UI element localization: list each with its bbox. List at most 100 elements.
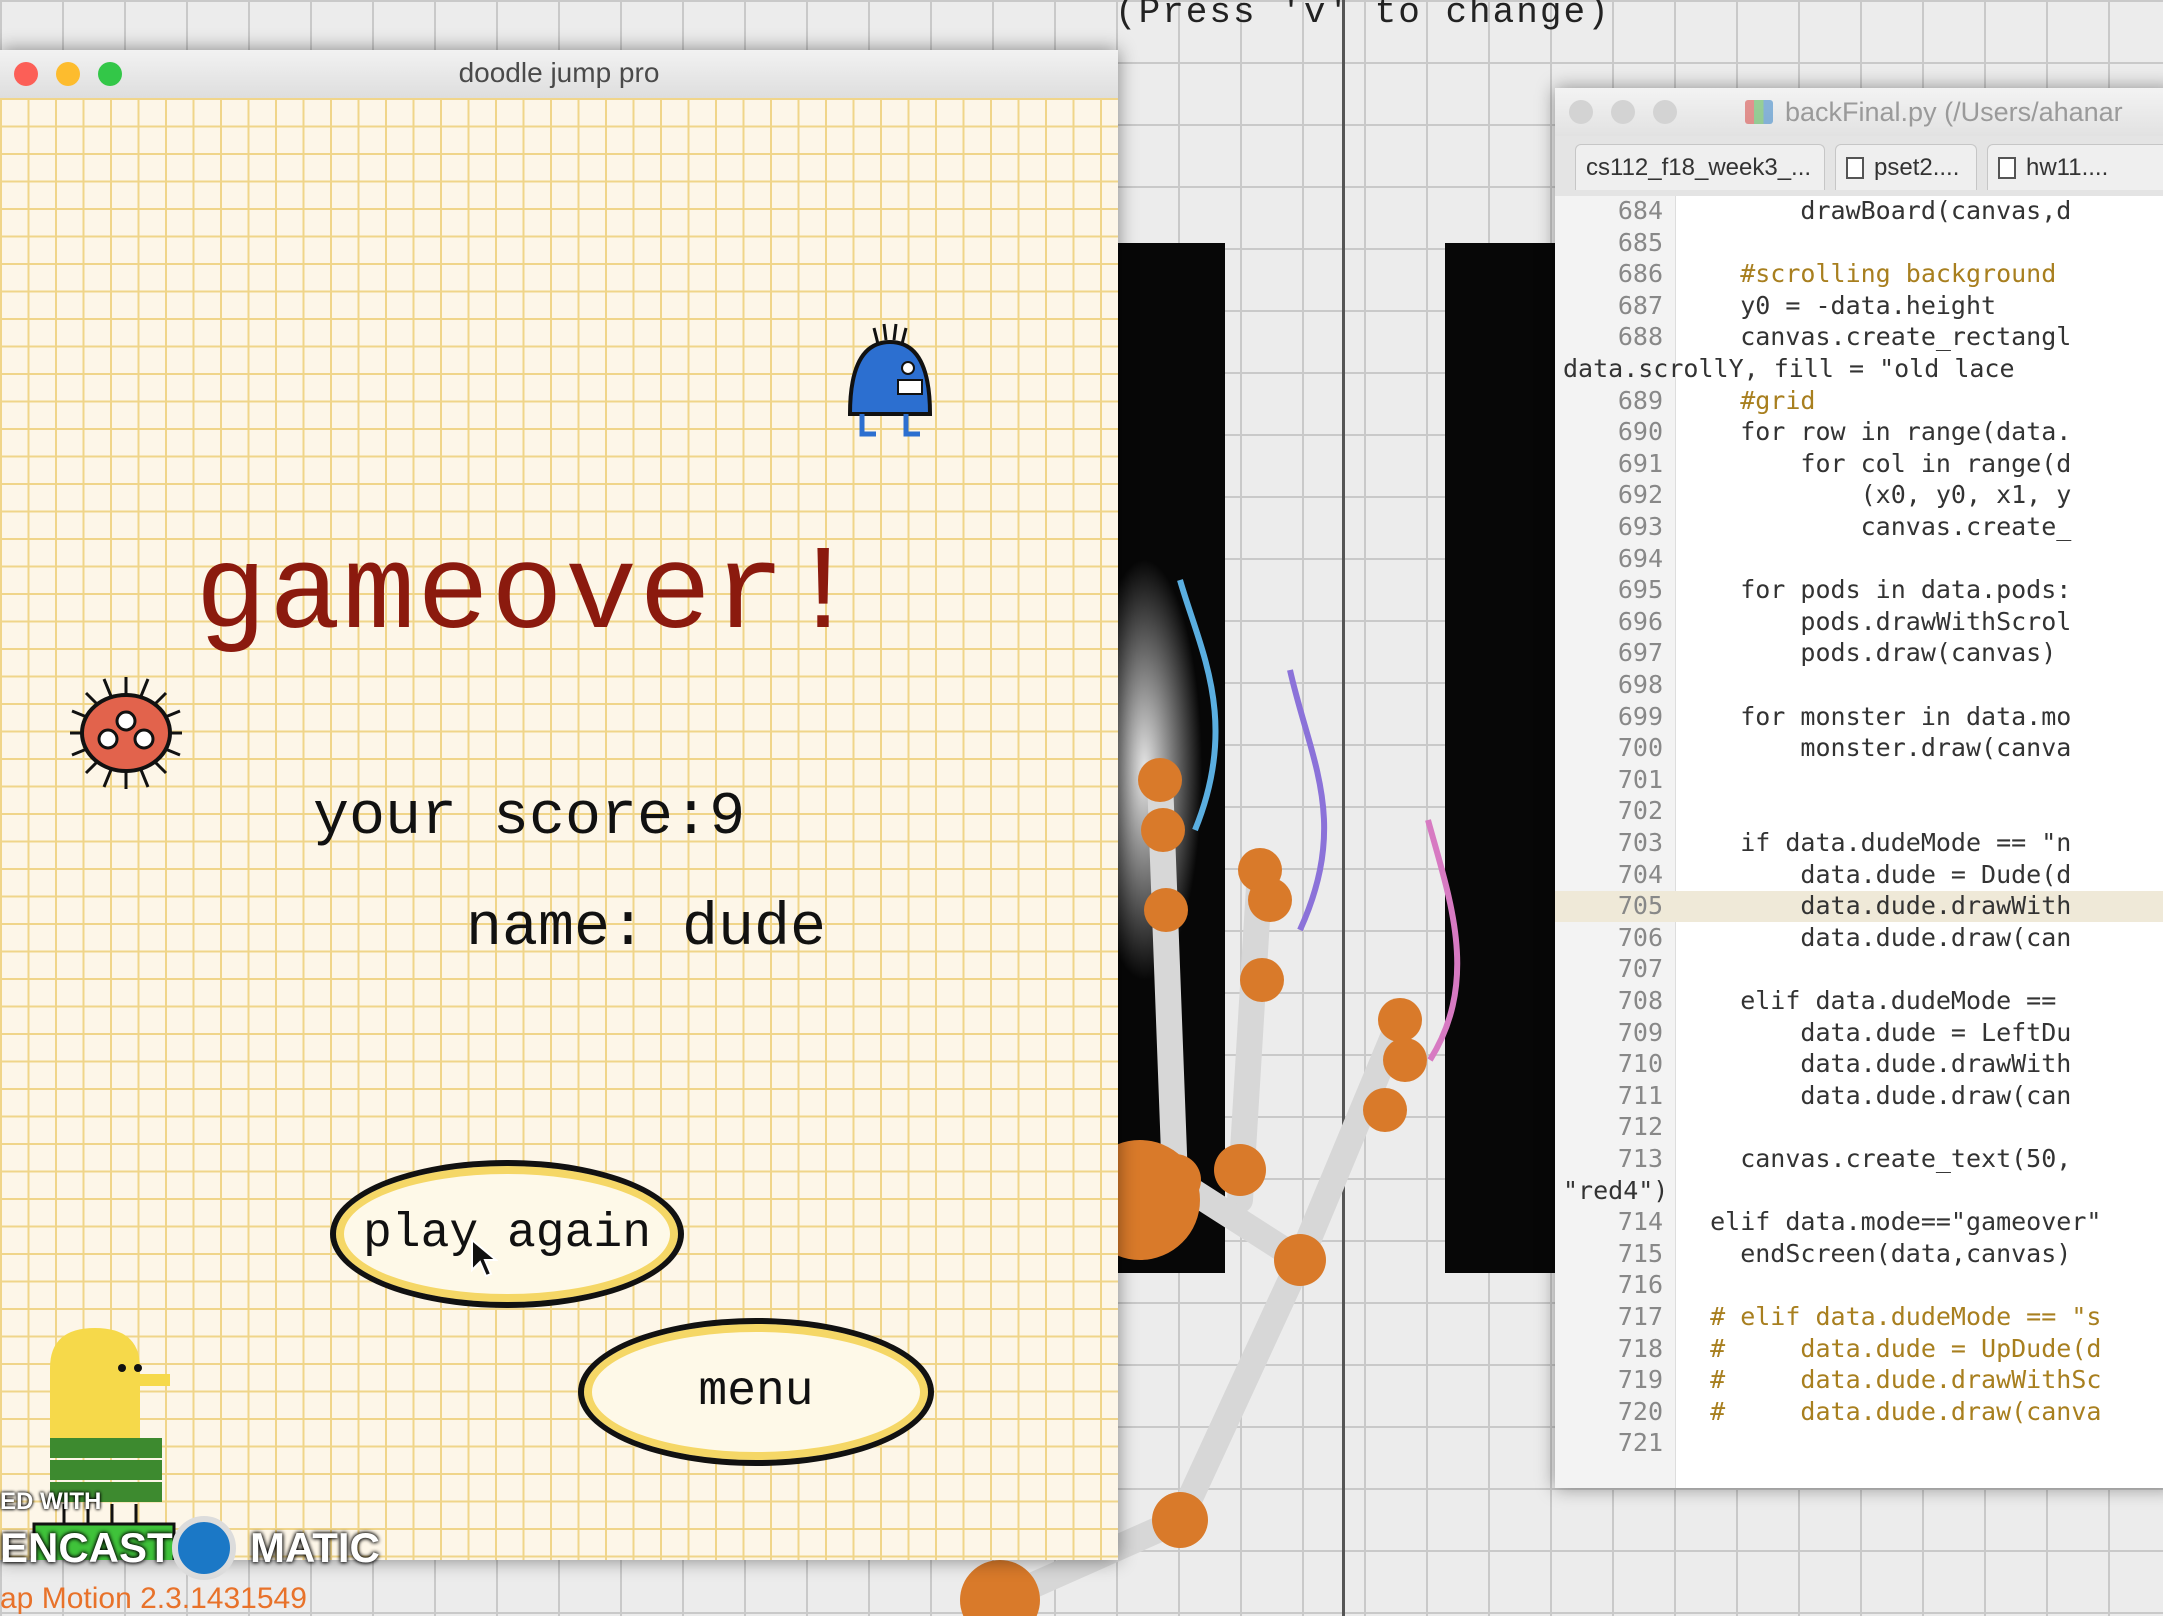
code-line[interactable]: 709 data.dude = LeftDu — [1555, 1018, 2163, 1049]
watermark-logo-icon — [172, 1516, 236, 1580]
editor-minimize-button[interactable] — [1611, 100, 1635, 124]
code-line[interactable]: 692 (x0, y0, x1, y — [1555, 480, 2163, 511]
code-text: # elif data.dudeMode == "s — [1680, 1302, 2102, 1331]
line-number: 699 — [1617, 701, 1663, 731]
code-text: monster.draw(canva — [1680, 733, 2072, 763]
code-line[interactable]: 698 — [1555, 670, 2163, 701]
red-monster-icon — [70, 677, 182, 789]
code-line[interactable]: 719 # data.dude.drawWithSc — [1555, 1365, 2163, 1396]
editor-close-button[interactable] — [1569, 100, 1593, 124]
code-line[interactable]: 694 — [1555, 544, 2163, 575]
line-number: 693 — [1617, 512, 1663, 541]
line-number: 686 — [1617, 259, 1663, 289]
tab-label: cs112_f18_week3_... — [1586, 153, 1812, 181]
code-line[interactable]: 711 data.dude.draw(can — [1555, 1081, 2163, 1112]
code-line[interactable]: 704 data.dude = Dude(d — [1555, 860, 2163, 891]
code-line[interactable]: 717 # elif data.dudeMode == "s — [1555, 1302, 2163, 1333]
code-text: for pods in data.pods: — [1680, 575, 2072, 605]
code-line[interactable]: 712 — [1555, 1112, 2163, 1143]
code-line[interactable]: 697 pods.draw(canvas) — [1555, 638, 2163, 669]
code-line[interactable]: 702 — [1555, 796, 2163, 827]
code-text: elif data.mode=="gameover" — [1680, 1207, 2102, 1237]
code-line[interactable]: 716 — [1555, 1270, 2163, 1301]
game-titlebar[interactable]: doodle jump pro — [0, 50, 1118, 99]
line-number: 702 — [1617, 796, 1663, 826]
code-line[interactable]: 695 for pods in data.pods: — [1555, 575, 2163, 606]
code-text: canvas.create_text(50, — [1680, 1144, 2072, 1173]
code-text: elif data.dudeMode == — [1680, 986, 2057, 1015]
code-line[interactable]: 687 y0 = -data.height — [1555, 291, 2163, 322]
code-line[interactable]: data.scrollY, fill = "old lace — [1555, 354, 2163, 385]
code-line[interactable]: 710 data.dude.drawWith — [1555, 1049, 2163, 1080]
code-line[interactable]: 699 for monster in data.mo — [1555, 702, 2163, 733]
code-text: y0 = -data.height — [1680, 290, 1997, 320]
tab-pset2[interactable]: pset2.... — [1835, 144, 1977, 190]
editor-zoom-button[interactable] — [1653, 100, 1677, 124]
code-text: #grid — [1680, 385, 1816, 415]
code-editor-window: backFinal.py (/Users/ahanar cs112_f18_we… — [1555, 88, 2163, 1488]
code-text: for col in range(d — [1680, 448, 2072, 478]
code-line[interactable]: 713 canvas.create_text(50, — [1555, 1144, 2163, 1175]
code-line[interactable]: 701 — [1555, 765, 2163, 796]
line-number: 696 — [1617, 606, 1663, 636]
code-line[interactable]: 721 — [1555, 1428, 2163, 1459]
code-text: for row in range(data. — [1680, 417, 2072, 447]
code-line[interactable]: 707 — [1555, 954, 2163, 985]
code-text: # data.dude.drawWithSc — [1680, 1365, 2102, 1395]
watermark-footer: ap Motion 2.3.1431549 — [0, 1582, 307, 1615]
tab-label: hw11.... — [2026, 153, 2109, 181]
code-line[interactable]: 696 pods.drawWithScrol — [1555, 607, 2163, 638]
line-number: 716 — [1617, 1270, 1663, 1300]
play-again-button[interactable]: play again — [330, 1160, 684, 1308]
line-number: 713 — [1617, 1144, 1663, 1173]
code-line[interactable]: 684 drawBoard(canvas,d — [1555, 196, 2163, 227]
code-line[interactable]: 691 for col in range(d — [1555, 449, 2163, 480]
line-number: 706 — [1617, 922, 1663, 952]
watermark-brand-left: ENCAST — [0, 1524, 173, 1571]
code-line[interactable]: 700 monster.draw(canva — [1555, 733, 2163, 764]
code-line[interactable]: 705 data.dude.drawWith — [1555, 891, 2163, 923]
code-area[interactable]: 684 drawBoard(canvas,d 685 686 #scrolling … — [1555, 196, 2163, 1488]
code-line[interactable]: 703 if data.dudeMode == "n — [1555, 828, 2163, 859]
code-line[interactable]: 693 canvas.create_ — [1555, 512, 2163, 543]
python-file-icon — [1745, 100, 1773, 124]
code-line[interactable]: 689 #grid — [1555, 386, 2163, 417]
tab-label: pset2.... — [1874, 153, 1960, 181]
window-title: doodle jump pro — [458, 57, 660, 88]
tab-cs112[interactable]: cs112_f18_week3_... — [1575, 144, 1825, 190]
line-number: 708 — [1617, 986, 1663, 1015]
code-line[interactable]: 706 data.dude.draw(can — [1555, 923, 2163, 954]
line-number: 709 — [1617, 1017, 1663, 1047]
watermark-brand-right: MATIC — [250, 1524, 380, 1571]
code-text: pods.draw(canvas) — [1680, 638, 2057, 668]
code-line[interactable]: 715 endScreen(data,canvas) — [1555, 1239, 2163, 1270]
code-line[interactable]: 714 elif data.mode=="gameover" — [1555, 1207, 2163, 1238]
line-number: 697 — [1617, 638, 1663, 668]
code-line[interactable]: 720 # data.dude.draw(canva — [1555, 1397, 2163, 1428]
code-line[interactable]: 718 # data.dude = UpDude(d — [1555, 1334, 2163, 1365]
game-canvas[interactable]: gameover! your score:9 name: dude play a… — [0, 98, 1118, 1560]
code-line[interactable]: 685 — [1555, 228, 2163, 259]
line-number: 689 — [1617, 385, 1663, 415]
line-number: 695 — [1617, 575, 1663, 605]
line-number: 710 — [1617, 1049, 1663, 1079]
code-line[interactable]: 708 elif data.dudeMode == — [1555, 986, 2163, 1017]
line-number: 685 — [1617, 227, 1663, 257]
score-text: your score:9 — [313, 784, 746, 852]
line-number: 720 — [1617, 1396, 1663, 1426]
line-number: 701 — [1617, 764, 1663, 794]
code-line[interactable]: 690 for row in range(data. — [1555, 417, 2163, 448]
code-text: #scrolling background — [1680, 259, 2057, 289]
editor-titlebar[interactable]: backFinal.py (/Users/ahanar — [1555, 88, 2163, 137]
code-line[interactable]: 686 #scrolling background — [1555, 259, 2163, 290]
line-number: 688 — [1617, 322, 1663, 352]
code-line[interactable]: "red4") — [1555, 1176, 2163, 1207]
line-number: 690 — [1617, 417, 1663, 447]
code-text: canvas.create_ — [1680, 512, 2072, 541]
code-text: data.dude.drawWith — [1680, 1049, 2072, 1079]
code-text: canvas.create_rectangl — [1680, 322, 2072, 352]
code-line[interactable]: 688 canvas.create_rectangl — [1555, 322, 2163, 353]
line-number: 717 — [1617, 1302, 1663, 1331]
tab-hw11[interactable]: hw11.... — [1987, 144, 2163, 190]
menu-button[interactable]: menu — [578, 1318, 934, 1466]
